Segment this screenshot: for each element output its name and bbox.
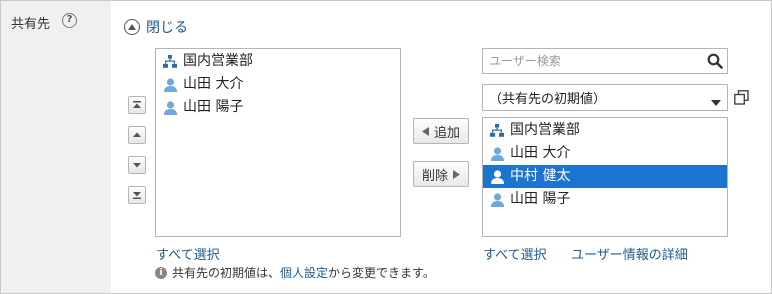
search-icon[interactable] <box>707 53 723 73</box>
initial-share-dropdown[interactable]: （共有先の初期値） <box>482 84 728 111</box>
move-top-button[interactable] <box>128 96 146 114</box>
list-item[interactable]: 山田 陽子 <box>483 188 727 211</box>
list-item-label: 山田 大介 <box>183 76 244 92</box>
list-item[interactable]: 山田 大介 <box>483 142 727 165</box>
right-select-all-link[interactable]: すべて選択 <box>483 244 547 263</box>
user-icon <box>162 77 178 93</box>
dropdown-value: （共有先の初期値） <box>489 92 607 107</box>
user-search-input[interactable] <box>483 49 698 73</box>
list-item-label: 山田 陽子 <box>510 191 571 207</box>
user-search-box <box>482 48 728 74</box>
organization-icon <box>489 123 505 139</box>
chevron-down-icon <box>711 95 721 110</box>
question-circle-icon[interactable]: ? <box>62 13 77 28</box>
list-item[interactable]: 山田 大介 <box>156 73 400 96</box>
list-item-label: 山田 大介 <box>510 145 571 161</box>
move-down-button[interactable] <box>128 156 146 174</box>
user-details-link[interactable]: ユーザー情報の詳細 <box>571 244 688 263</box>
info-icon: i <box>155 266 167 279</box>
user-icon <box>489 146 505 162</box>
personal-settings-link[interactable]: 個人設定 <box>280 264 328 281</box>
field-label: 共有先 <box>11 17 51 32</box>
user-icon <box>489 192 505 208</box>
list-item-label: 中村 健太 <box>510 168 571 184</box>
close-toggle-label: 閉じる <box>146 20 188 36</box>
initial-value-note: i 共有先の初期値は、 個人設定 から変更できます。 <box>155 264 435 281</box>
share-target-listbox[interactable]: 国内営業部山田 大介中村 健太山田 陽子 <box>482 117 728 237</box>
remove-button[interactable]: 削除 <box>413 161 469 187</box>
chevron-up-circle-icon <box>124 19 140 35</box>
user-icon <box>489 169 505 185</box>
triangle-right-icon <box>453 169 460 179</box>
list-item[interactable]: 国内営業部 <box>483 119 727 142</box>
left-select-all-link[interactable]: すべて選択 <box>156 244 220 263</box>
list-item[interactable]: 中村 健太 <box>483 165 727 188</box>
candidate-listbox[interactable]: 国内営業部山田 大介山田 陽子 <box>155 48 401 237</box>
add-button[interactable]: 追加 <box>413 118 469 144</box>
list-item-label: 山田 陽子 <box>183 99 244 115</box>
list-item-label: 国内営業部 <box>510 122 580 138</box>
field-label-column: 共有先 ? <box>1 1 111 293</box>
list-item-label: 国内営業部 <box>183 53 253 69</box>
note-suffix: から変更できます。 <box>328 266 435 280</box>
move-bottom-button[interactable] <box>128 186 146 204</box>
move-up-button[interactable] <box>128 126 146 144</box>
triangle-left-icon <box>421 126 429 136</box>
close-toggle[interactable]: 閉じる <box>124 17 188 37</box>
list-item[interactable]: 国内営業部 <box>156 50 400 73</box>
remove-button-label: 削除 <box>421 168 448 184</box>
add-button-label: 追加 <box>433 125 460 141</box>
copy-icon[interactable] <box>734 90 749 109</box>
note-prefix: 共有先の初期値は、 <box>172 266 281 280</box>
list-item[interactable]: 山田 陽子 <box>156 96 400 119</box>
user-icon <box>162 100 178 116</box>
organization-icon <box>162 54 178 70</box>
